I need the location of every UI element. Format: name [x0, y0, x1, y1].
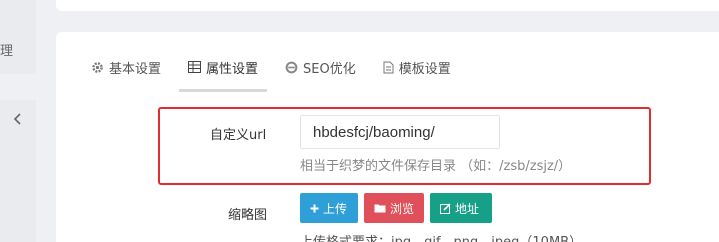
- tab-label: SEO优化: [303, 61, 356, 77]
- tab-label: 属性设置: [206, 61, 259, 77]
- gear-icon: [91, 61, 104, 74]
- upload-format-hint: 上传格式要求：jpg、gif、png、jpeg（10MB）: [300, 231, 582, 242]
- chevron-left-icon: [13, 112, 23, 129]
- folder-icon: [374, 203, 386, 213]
- address-button[interactable]: 地址: [430, 193, 492, 223]
- tab-attribute-settings[interactable]: 属性设置: [179, 52, 268, 92]
- tab-template-settings[interactable]: 模板设置: [374, 52, 460, 82]
- upload-label: 上传: [323, 201, 348, 216]
- file-icon: [383, 61, 394, 74]
- tab-bar: 基本设置 属性设置 SEO优化 模板设置: [82, 52, 469, 92]
- top-panel: [56, 0, 719, 11]
- browser-e-icon: [285, 61, 298, 74]
- screen: 理 基本设置 属性设置 SEO优化 模板设置 自定义url hbdesfcj/b…: [0, 0, 719, 242]
- custom-url-label: 自定义url: [210, 128, 267, 143]
- sidebar-collapse-button[interactable]: [0, 100, 36, 140]
- table-icon: [188, 61, 202, 73]
- browse-label: 浏览: [390, 201, 415, 216]
- upload-button[interactable]: 上传: [300, 193, 358, 223]
- tab-seo[interactable]: SEO优化: [276, 52, 365, 82]
- edit-icon: [440, 202, 451, 214]
- plus-icon: [310, 204, 319, 213]
- custom-url-help: 相当于织梦的文件保存目录 （如：/zsb/zsjz/）: [300, 159, 572, 174]
- tab-basic-settings[interactable]: 基本设置: [82, 52, 170, 82]
- tab-label: 模板设置: [398, 61, 451, 77]
- browse-button[interactable]: 浏览: [364, 193, 424, 223]
- custom-url-input[interactable]: [300, 115, 500, 149]
- address-label: 地址: [455, 201, 480, 216]
- sidebar-top: [0, 0, 36, 74]
- tab-label: 基本设置: [109, 61, 162, 77]
- sidebar-partial-label[interactable]: 理: [0, 40, 13, 59]
- thumbnail-label: 缩略图: [228, 208, 268, 223]
